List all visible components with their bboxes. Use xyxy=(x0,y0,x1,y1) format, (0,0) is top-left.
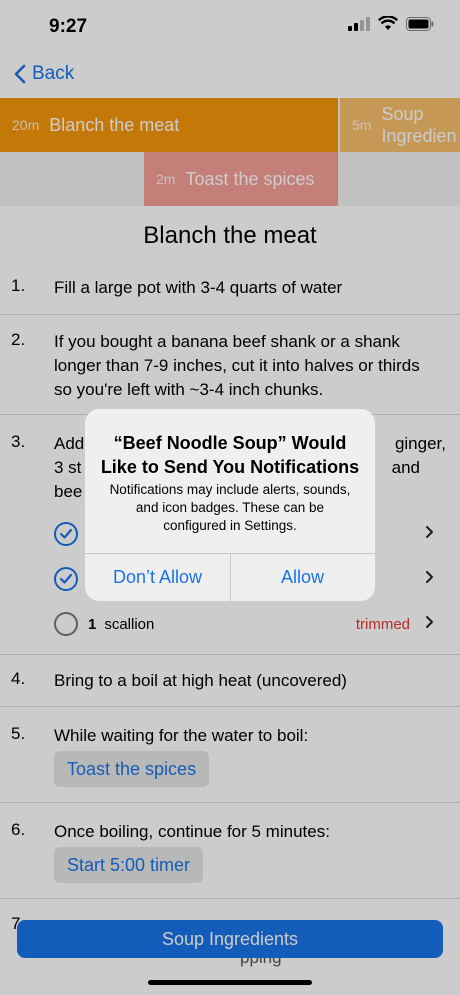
allow-button[interactable]: Allow xyxy=(230,554,375,601)
alert-message: Notifications may include alerts, sounds… xyxy=(109,482,351,533)
dont-allow-button[interactable]: Don’t Allow xyxy=(85,554,230,601)
alert-title: “Beef Noodle Soup” Would Like to Send Yo… xyxy=(100,433,360,477)
home-indicator xyxy=(148,980,312,985)
notification-permission-alert: “Beef Noodle Soup” Would Like to Send Yo… xyxy=(85,409,375,601)
